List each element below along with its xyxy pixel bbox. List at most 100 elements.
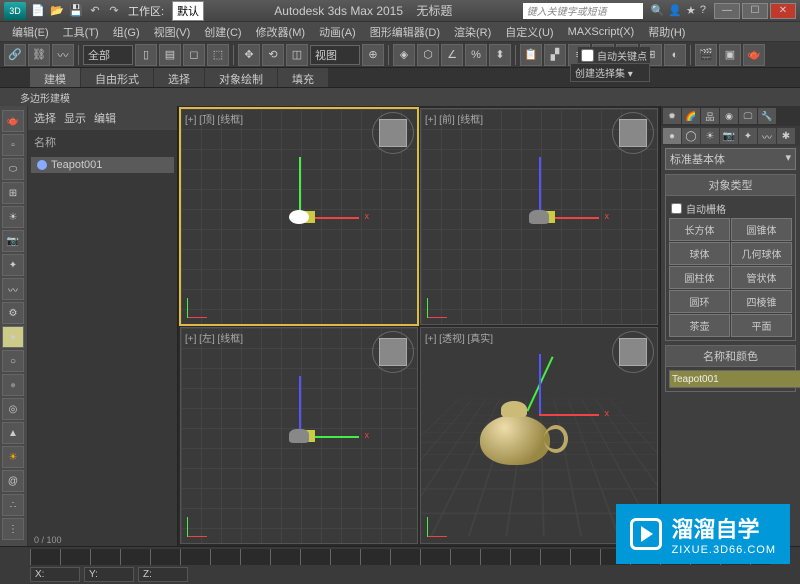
render-frame-icon[interactable]: ▣ [719, 44, 741, 66]
menu-edit[interactable]: 编辑(E) [6, 22, 55, 42]
unlink-icon[interactable]: ⛓ [28, 44, 50, 66]
close-button[interactable]: ✕ [770, 3, 796, 19]
lt-spiral-icon[interactable]: @ [2, 470, 24, 492]
select-object-icon[interactable]: ▯ [135, 44, 157, 66]
prim-torus-button[interactable]: 圆环 [669, 290, 730, 313]
cmd-display-tab-icon[interactable]: 🖵 [739, 108, 757, 124]
coord-x[interactable]: X: [30, 567, 80, 582]
helpers-subtab-icon[interactable]: ✦ [739, 128, 757, 144]
render-production-icon[interactable]: 🫖 [743, 44, 765, 66]
move-icon[interactable]: ✥ [238, 44, 260, 66]
menu-create[interactable]: 创建(C) [198, 22, 247, 42]
cmd-modify-tab-icon[interactable]: 🌈 [682, 108, 700, 124]
render-setup-icon[interactable]: 🎬 [695, 44, 717, 66]
search-input[interactable]: 键入关键字或短语 [523, 3, 643, 19]
viewcube-icon[interactable] [619, 338, 647, 366]
lt-sphere-yellow-icon[interactable]: ● [2, 326, 24, 348]
ribbon-tab-modeling[interactable]: 建模 [30, 68, 80, 87]
cmd-hierarchy-tab-icon[interactable]: 品 [701, 108, 719, 124]
lt-grid-icon[interactable]: ⊞ [2, 182, 24, 204]
material-editor-icon[interactable]: ◐ [664, 44, 686, 66]
infocenter-icon[interactable]: 🔍 [651, 4, 665, 17]
menu-help[interactable]: 帮助(H) [642, 22, 691, 42]
viewport-front[interactable]: [+] [前] [线框] [420, 108, 658, 325]
object-name-input[interactable] [669, 370, 800, 388]
prim-teapot-button[interactable]: 茶壶 [669, 314, 730, 337]
mirror-icon[interactable]: ▞ [544, 44, 566, 66]
select-name-icon[interactable]: ▤ [159, 44, 181, 66]
teapot-geometry[interactable] [529, 210, 549, 224]
ribbon-tab-object-paint[interactable]: 对象绘制 [205, 68, 277, 87]
scene-col-display[interactable]: 显示 [64, 110, 86, 126]
qat-open-icon[interactable]: 📂 [49, 3, 65, 19]
spacewarps-subtab-icon[interactable]: 〰 [758, 128, 776, 144]
scale-icon[interactable]: ◫ [286, 44, 308, 66]
app-logo[interactable]: 3D [4, 2, 26, 20]
lt-torus-icon[interactable]: ◎ [2, 398, 24, 420]
minimize-button[interactable]: — [714, 3, 740, 19]
select-link-icon[interactable]: 🔗 [4, 44, 26, 66]
help-icon[interactable]: ? [700, 4, 706, 17]
lt-particles-icon[interactable]: ∴ [2, 494, 24, 516]
teapot-geometry[interactable] [289, 210, 309, 224]
prim-cone-button[interactable]: 圆锥体 [731, 218, 792, 241]
lt-system-icon[interactable]: ⚙ [2, 302, 24, 324]
autokey-checkbox[interactable]: 自动关键点 [578, 47, 650, 64]
menu-customize[interactable]: 自定义(U) [499, 22, 559, 42]
select-region-icon[interactable]: ◻ [183, 44, 205, 66]
signin-icon[interactable]: 👤 [668, 4, 682, 17]
menu-animation[interactable]: 动画(A) [313, 22, 362, 42]
rollout-name-color[interactable]: 名称和颜色 [666, 346, 795, 367]
spinner-snap-icon[interactable]: ⬍ [489, 44, 511, 66]
geom-subtab-icon[interactable]: ● [663, 128, 681, 144]
viewcube-icon[interactable] [379, 338, 407, 366]
cameras-subtab-icon[interactable]: 📷 [720, 128, 738, 144]
percent-snap-icon[interactable]: % [465, 44, 487, 66]
viewport-top-label[interactable]: [+] [顶] [线框] [185, 111, 243, 126]
menu-modifiers[interactable]: 修改器(M) [250, 22, 312, 42]
ribbon-tab-freeform[interactable]: 自由形式 [81, 68, 153, 87]
favorites-icon[interactable]: ★ [686, 4, 696, 17]
scene-col-select[interactable]: 选择 [34, 110, 56, 126]
menu-tools[interactable]: 工具(T) [57, 22, 105, 42]
lt-light-icon[interactable]: ☀ [2, 206, 24, 228]
menu-group[interactable]: 组(G) [107, 22, 146, 42]
lt-sun-icon[interactable]: ☀ [2, 446, 24, 468]
lt-sphere-white-icon[interactable]: ○ [2, 350, 24, 372]
ribbon-panel-poly[interactable]: 多边形建模 [10, 88, 80, 106]
prim-box-button[interactable]: 长方体 [669, 218, 730, 241]
prim-plane-button[interactable]: 平面 [731, 314, 792, 337]
menu-views[interactable]: 视图(V) [148, 22, 197, 42]
lt-spacewarp-icon[interactable]: 〰 [2, 278, 24, 300]
autogrid-checkbox[interactable]: 自动栅格 [669, 199, 792, 218]
scene-col-edit[interactable]: 编辑 [94, 110, 116, 126]
lt-cylinder-icon[interactable]: ⬭ [2, 158, 24, 180]
ribbon-tab-populate[interactable]: 填充 [278, 68, 328, 87]
coord-z[interactable]: Z: [138, 567, 188, 582]
lt-cone-icon[interactable]: ▲ [2, 422, 24, 444]
window-crossing-icon[interactable]: ⬚ [207, 44, 229, 66]
viewcube-icon[interactable] [619, 119, 647, 147]
maximize-button[interactable]: ☐ [742, 3, 768, 19]
viewport-left[interactable]: [+] [左] [线框] [180, 327, 418, 544]
select-manipulate-icon[interactable]: ◈ [393, 44, 415, 66]
menu-maxscript[interactable]: MAXScript(X) [562, 24, 641, 40]
snap-toggle-icon[interactable]: ⬡ [417, 44, 439, 66]
prim-sphere-button[interactable]: 球体 [669, 242, 730, 265]
scene-item-teapot[interactable]: Teapot001 [31, 157, 174, 173]
lt-misc-icon[interactable]: ⋮ [2, 518, 24, 540]
qat-undo-icon[interactable]: ↶ [87, 3, 103, 19]
ribbon-tab-selection[interactable]: 选择 [154, 68, 204, 87]
viewport-persp-label[interactable]: [+] [透视] [真实] [425, 330, 493, 345]
lt-sphere-gray-icon[interactable]: ● [2, 374, 24, 396]
prim-tube-button[interactable]: 管状体 [731, 266, 792, 289]
menu-rendering[interactable]: 渲染(R) [448, 22, 497, 42]
named-selection-icon[interactable]: 📋 [520, 44, 542, 66]
lt-helper-icon[interactable]: ✦ [2, 254, 24, 276]
qat-save-icon[interactable]: 💾 [68, 3, 84, 19]
rotate-icon[interactable]: ⟲ [262, 44, 284, 66]
cmd-create-tab-icon[interactable]: ✹ [663, 108, 681, 124]
menu-graph-editors[interactable]: 图形编辑器(D) [364, 22, 446, 42]
workspace-dropdown[interactable]: 默认 [172, 1, 204, 21]
use-center-icon[interactable]: ⊕ [362, 44, 384, 66]
